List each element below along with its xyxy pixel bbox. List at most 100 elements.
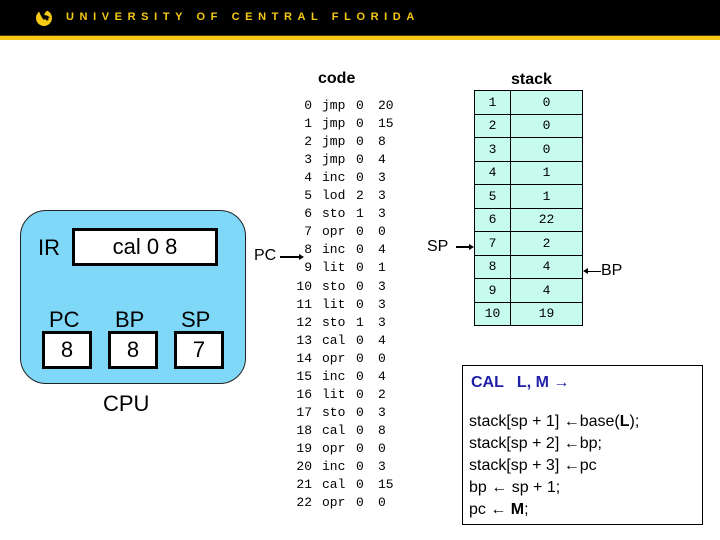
cal-semantics-pre: bp ← sp + 1; [469, 479, 561, 496]
code-level: 0 [356, 134, 364, 150]
cal-semantics-bold: M [510, 501, 525, 518]
pc-pointer-arrow [280, 256, 300, 258]
banner-gold-stripe [0, 35, 720, 40]
code-index: 13 [296, 332, 312, 348]
ucf-pegasus-logo-icon [36, 9, 52, 26]
code-opcode: lit [322, 260, 346, 276]
stack-index: 10 [474, 301, 511, 326]
code-level: 2 [356, 188, 364, 204]
code-m: 0 [378, 495, 386, 511]
stack-row: 72 [474, 231, 583, 256]
code-index: 22 [296, 495, 312, 511]
cal-semantics-line: stack[sp + 2] ←bp; [469, 435, 602, 453]
code-opcode: opr [322, 350, 346, 366]
code-level: 0 [356, 459, 364, 474]
code-m: 3 [378, 459, 386, 474]
stack-index: 4 [474, 160, 511, 185]
code-level: 0 [356, 477, 364, 493]
stack-value: 4 [510, 254, 583, 279]
code-m: 4 [378, 152, 386, 168]
cal-semantics-pre: stack[sp + 2] ←bp; [469, 435, 602, 452]
stack-value: 4 [510, 278, 583, 303]
code-m: 0 [378, 224, 386, 240]
pc-pointer-label: PC [254, 247, 277, 264]
stack-row: 6 22 [474, 207, 583, 232]
code-index: 20 [296, 459, 312, 474]
code-level: 0 [356, 242, 364, 258]
code-index: 6 [304, 206, 312, 222]
code-opcode: jmp [322, 152, 346, 168]
code-index: 18 [296, 422, 312, 438]
bp-register: 8 [108, 331, 158, 369]
cal-semantics-pre: stack[sp + 3] ←pc [469, 457, 597, 474]
sp-register-label: SP [181, 307, 211, 332]
code-m: 15 [378, 477, 394, 493]
code-opcode: lit [322, 296, 346, 312]
code-m: 1 [378, 260, 386, 276]
code-index: 16 [296, 386, 312, 402]
code-m: 3 [378, 314, 386, 330]
code-opcode: lod [322, 188, 346, 204]
code-m: 3 [378, 278, 386, 294]
code-index: 17 [296, 404, 312, 420]
stack-index: 7 [474, 231, 511, 256]
bp-register-label: BP [115, 307, 145, 332]
code-level: 0 [356, 386, 364, 402]
ir-register: cal 0 8 [72, 228, 218, 266]
stack-row: 94 [474, 278, 583, 303]
stack-value: 1 [510, 160, 583, 185]
cpu-label: CPU [103, 391, 150, 416]
pc-register-value: 8 [60, 337, 74, 362]
cal-semantics-line: stack[sp + 1] ←base(L); [469, 413, 639, 431]
cpu-box: IR cal 0 8 PC 8 BP 8 SP 7 [20, 210, 246, 384]
stack-index: 3 [474, 137, 511, 162]
sp-register-value: 7 [192, 337, 206, 362]
pc-register: 8 [42, 331, 92, 369]
sp-pointer-arrow [456, 246, 470, 248]
stack-row: 10 [474, 90, 583, 115]
code-level: 0 [356, 422, 364, 438]
code-m: 3 [378, 206, 386, 222]
code-opcode: sto [322, 206, 346, 222]
stack-index: 8 [474, 254, 511, 279]
code-index: 10 [296, 278, 312, 294]
code-m: 15 [378, 116, 394, 132]
stack-row: 41 [474, 160, 583, 185]
sp-register: 7 [174, 331, 224, 369]
stack-row: 84 [474, 254, 583, 279]
stack-value: 19 [510, 301, 583, 326]
stack-row: 30 [474, 137, 583, 162]
code-opcode: inc [322, 368, 346, 384]
stack-value: 0 [510, 113, 583, 138]
code-opcode: sto [322, 314, 346, 330]
stack-index: 1 [474, 90, 511, 115]
code-index: 21 [296, 477, 312, 493]
code-opcode: cal [322, 332, 346, 348]
bp-pointer-label: BP [601, 262, 623, 279]
code-m: 8 [378, 134, 386, 150]
code-index: 15 [296, 368, 312, 384]
code-m: 3 [378, 404, 386, 420]
code-level: 0 [356, 368, 364, 384]
code-m: 8 [378, 422, 386, 438]
code-level: 0 [356, 296, 364, 312]
code-m: 4 [378, 242, 386, 258]
code-opcode: inc [322, 242, 346, 258]
stack-index: 2 [474, 113, 511, 138]
ir-value: cal 0 8 [112, 234, 178, 259]
code-index: 1 [304, 116, 312, 132]
stack-row: 10 19 [474, 301, 583, 326]
stack-index: 5 [474, 184, 511, 209]
code-opcode: lit [322, 386, 346, 402]
code-level: 0 [356, 350, 364, 366]
bp-register-value: 8 [126, 337, 140, 362]
code-opcode: opr [322, 440, 346, 456]
cal-semantics-post: ); [629, 413, 640, 430]
code-m: 3 [378, 170, 386, 186]
code-title: code [318, 70, 356, 87]
code-m: 4 [378, 332, 386, 348]
code-level: 0 [356, 170, 364, 186]
cal-semantics-line: stack[sp + 3] ←pc [469, 457, 597, 475]
code-index: 7 [304, 224, 312, 240]
cal-semantics-line: bp ← sp + 1; [469, 479, 560, 497]
